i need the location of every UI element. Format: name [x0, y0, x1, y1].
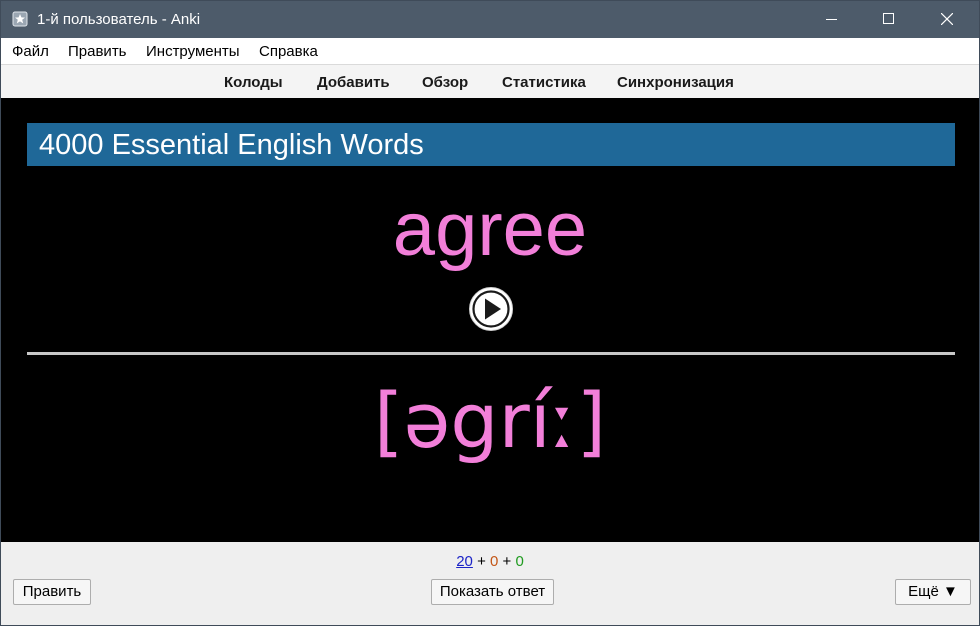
anki-window: 1-й пользователь - Anki Файл Править Инс… [0, 0, 980, 626]
count-separator: + [502, 553, 512, 570]
menu-help[interactable]: Справка [259, 43, 318, 60]
toolbar-decks-link[interactable]: Колоды [224, 74, 283, 91]
more-button[interactable]: Ещё ▼ [895, 579, 971, 605]
due-counts: 20 + 0 + 0 [1, 553, 979, 570]
close-button[interactable] [921, 1, 973, 38]
menu-tools[interactable]: Инструменты [146, 43, 240, 60]
close-icon [941, 13, 953, 25]
menu-edit[interactable]: Править [68, 43, 127, 60]
maximize-icon [883, 13, 894, 24]
maximize-button[interactable] [863, 1, 915, 38]
audio-play-button[interactable] [468, 286, 514, 332]
show-answer-button[interactable]: Показать ответ [431, 579, 554, 605]
toolbar-sync-link[interactable]: Синхронизация [617, 74, 734, 91]
toolbar-stats-link[interactable]: Статистика [502, 74, 586, 91]
review-bottom-bar: 20 + 0 + 0 Править Показать ответ Ещё ▼ [1, 542, 979, 625]
card-view: 4000 Essential English Words agree [əgrí… [1, 98, 979, 542]
deck-banner: 4000 Essential English Words [27, 123, 955, 166]
minimize-icon [826, 19, 837, 20]
menu-bar: Файл Править Инструменты Справка [1, 38, 979, 65]
card-word: agree [392, 187, 588, 272]
minimize-button[interactable] [806, 1, 858, 38]
toolbar-add-link[interactable]: Добавить [317, 74, 390, 91]
window-title: 1-й пользователь - Anki [37, 11, 201, 28]
toolbar-browse-link[interactable]: Обзор [422, 74, 468, 91]
review-count: 0 [515, 553, 524, 570]
menu-file[interactable]: Файл [12, 43, 49, 60]
title-bar: 1-й пользователь - Anki [1, 1, 979, 38]
card-transcription: [əgríː] [373, 376, 607, 465]
new-count[interactable]: 20 [456, 553, 473, 570]
learning-count: 0 [490, 553, 499, 570]
edit-button[interactable]: Править [13, 579, 91, 605]
answer-divider [27, 352, 955, 355]
main-toolbar: Колоды Добавить Обзор Статистика Синхрон… [1, 65, 979, 98]
play-icon [469, 287, 513, 331]
deck-title: 4000 Essential English Words [39, 129, 424, 161]
anki-app-icon [12, 11, 28, 27]
count-separator: + [477, 553, 486, 570]
